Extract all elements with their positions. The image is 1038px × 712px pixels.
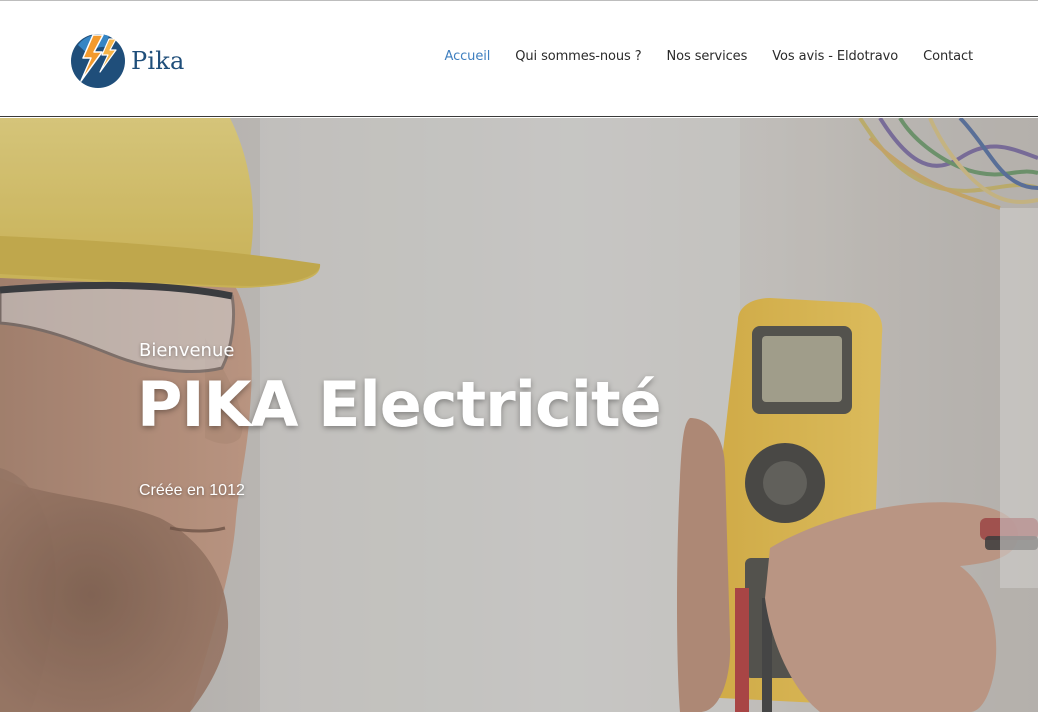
nav-item-accueil[interactable]: Accueil — [445, 49, 491, 64]
nav-item-vos-avis[interactable]: Vos avis - Eldotravo — [772, 49, 898, 64]
hero-title: PIKA Electricité — [137, 368, 662, 441]
nav-item-contact[interactable]: Contact — [923, 49, 973, 64]
logo-text: Pika — [131, 47, 185, 75]
main-nav: Accueil Qui sommes-nous ? Nos services V… — [420, 49, 974, 64]
hero-kicker: Bienvenue — [139, 340, 235, 361]
lightning-logo-icon — [71, 34, 125, 88]
nav-item-nos-services[interactable]: Nos services — [667, 49, 748, 64]
nav-item-qui-sommes-nous[interactable]: Qui sommes-nous ? — [515, 49, 641, 64]
hero-banner: Bienvenue PIKA Electricité Créée en 1012 — [0, 118, 1038, 712]
site-header: Pika Accueil Qui sommes-nous ? Nos servi… — [0, 1, 1038, 117]
site-logo[interactable]: Pika — [69, 31, 184, 89]
hero-subtitle: Créée en 1012 — [139, 482, 245, 499]
